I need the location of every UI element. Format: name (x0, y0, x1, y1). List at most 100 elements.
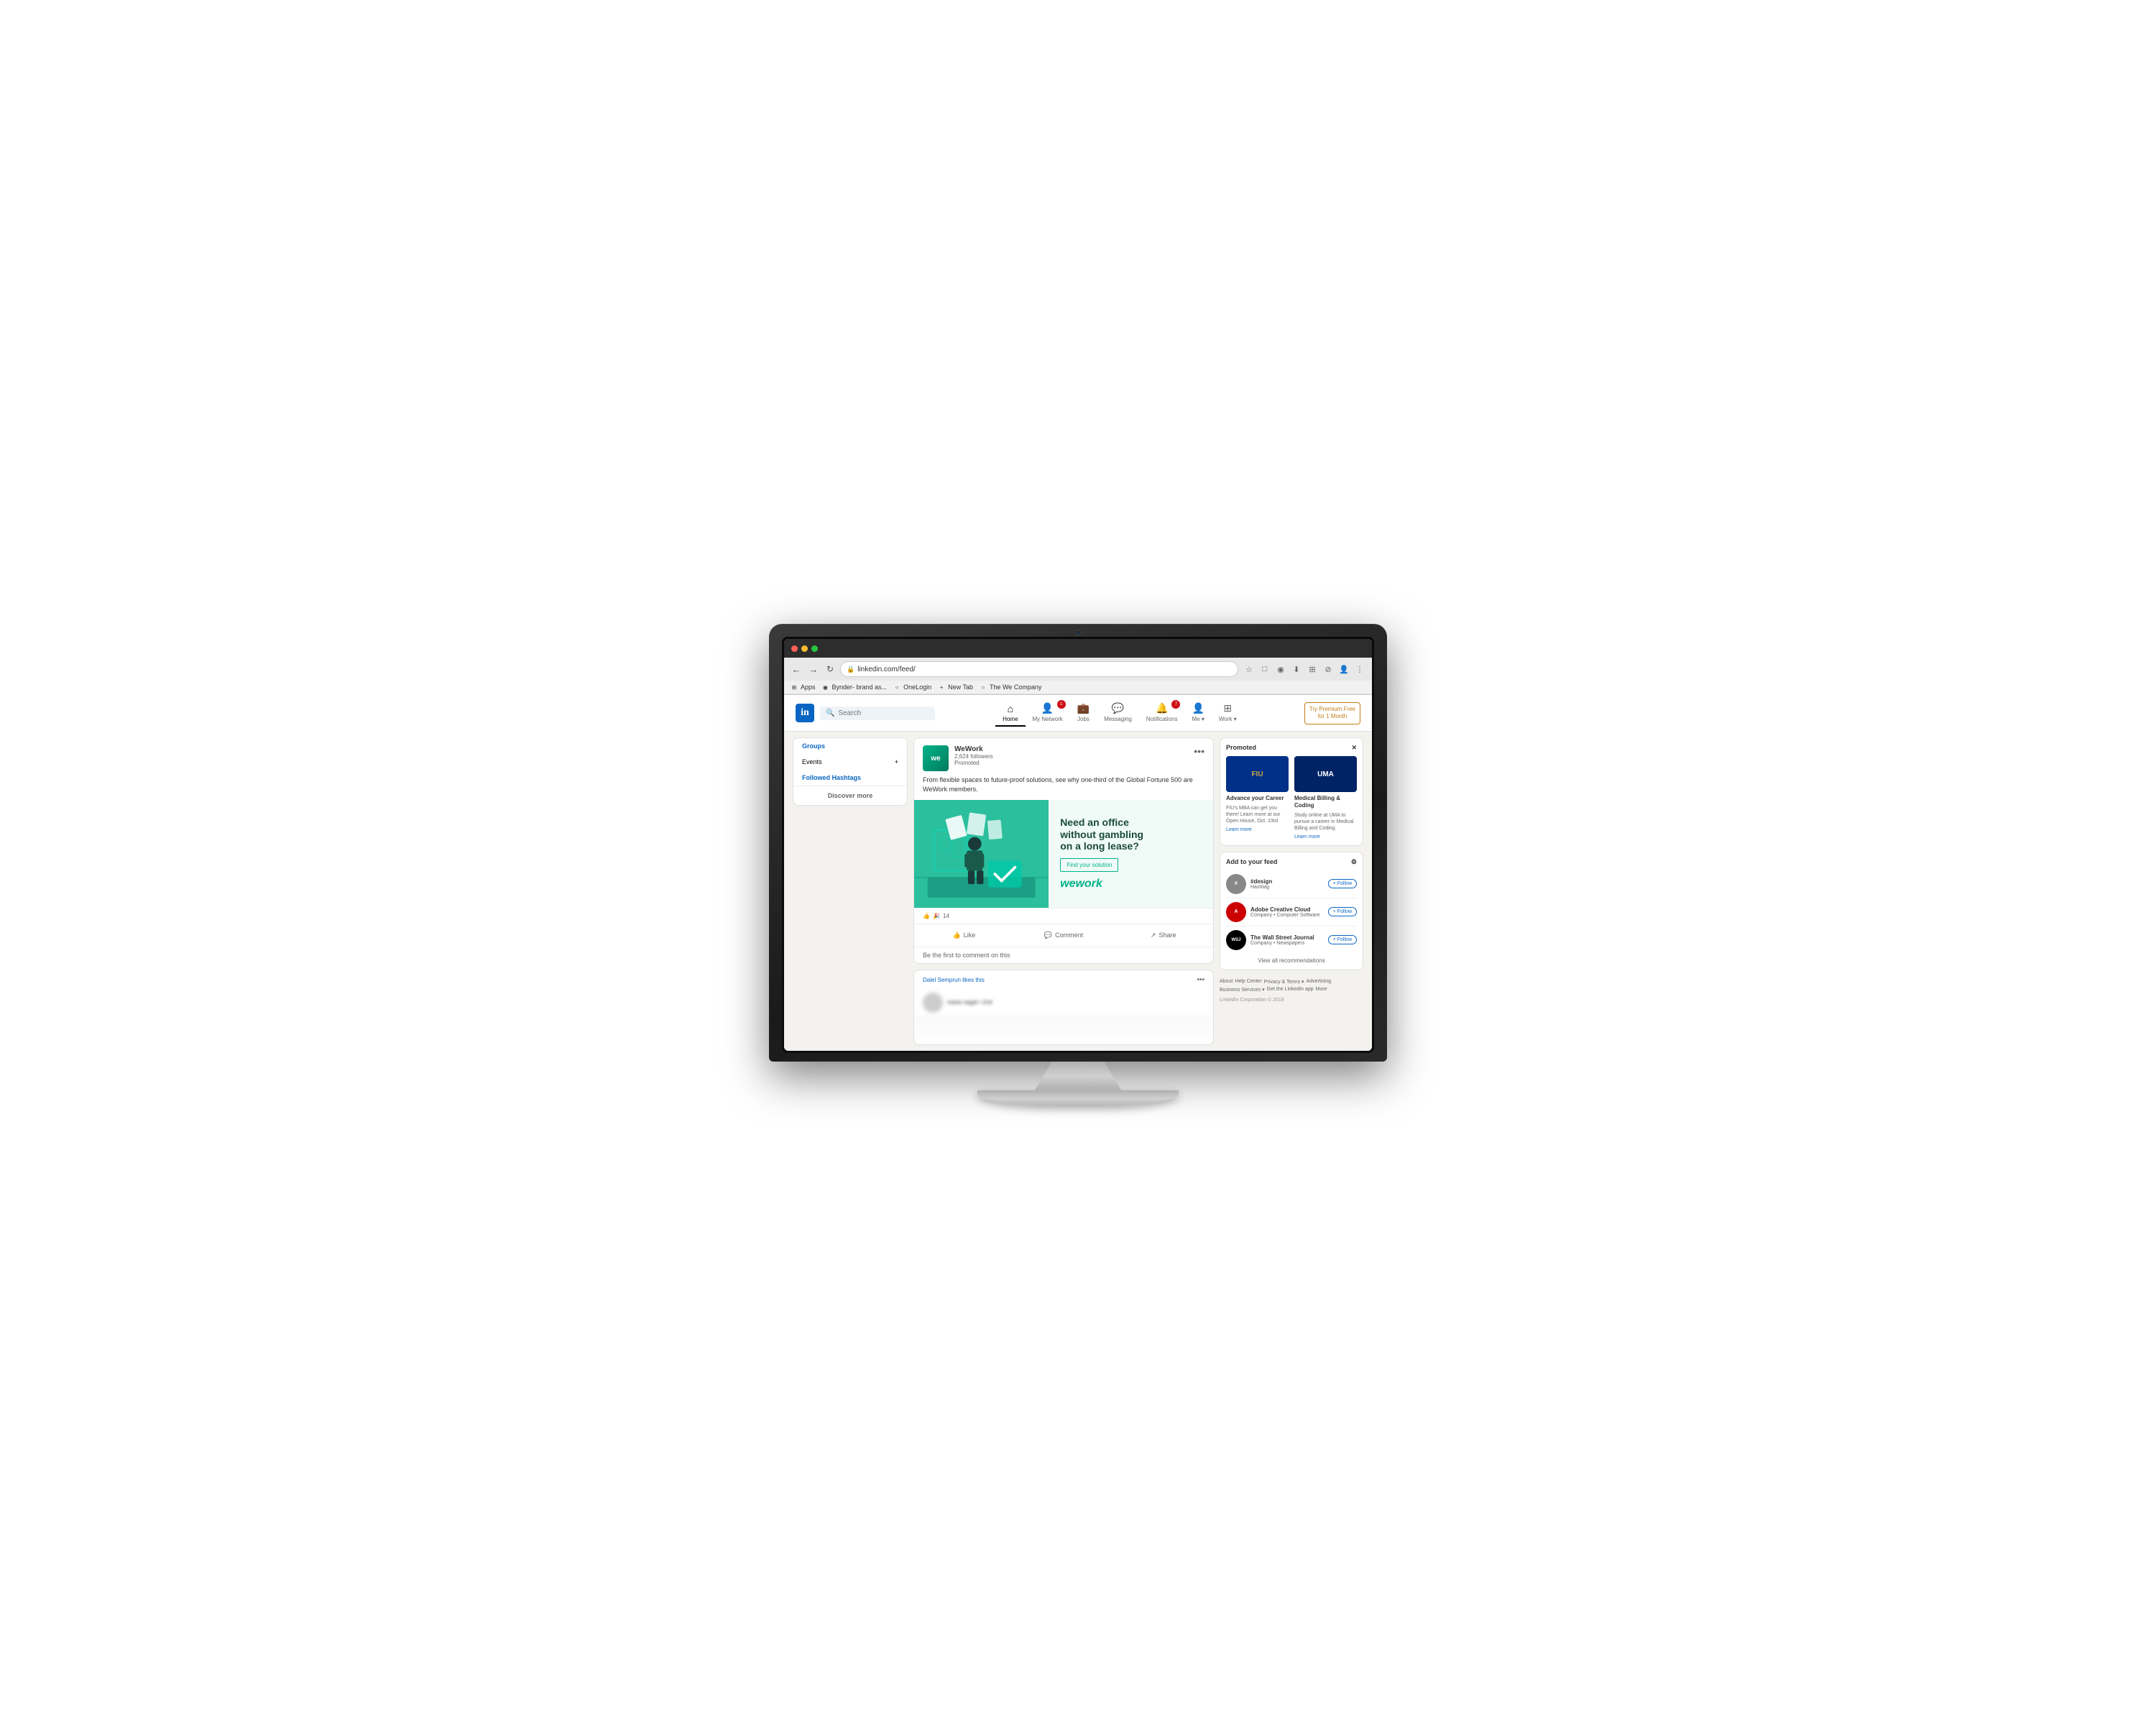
sidebar-item-groups[interactable]: Groups (793, 738, 907, 754)
fiu-ad-image[interactable]: FIU (1226, 756, 1289, 792)
next-post-user: Dalel Semprun likes this (923, 977, 985, 983)
discover-more-button[interactable]: Discover more (793, 786, 907, 805)
comment-prompt: Be the first to comment on this (914, 947, 1213, 963)
wework-brand-logo: wework (1060, 878, 1202, 891)
comment-button[interactable]: 💬 Comment (1014, 927, 1114, 944)
wecompany-icon: ○ (979, 683, 987, 691)
footer-business[interactable]: Business Services ▾ (1220, 987, 1265, 993)
footer-help[interactable]: Help Center (1235, 979, 1261, 985)
search-bar[interactable]: 🔍 (820, 707, 935, 720)
next-post-menu[interactable]: ••• (1197, 976, 1204, 984)
traffic-light-yellow[interactable] (801, 645, 808, 652)
extension-button-4[interactable]: ⊞ (1306, 663, 1319, 676)
nav-notifications[interactable]: 🔔 7 Notifications (1139, 699, 1185, 727)
back-button[interactable]: ← (790, 663, 803, 676)
profile-button[interactable]: 👤 (1337, 663, 1350, 676)
post-reactions: 👍 🎉 14 (914, 908, 1213, 924)
feed-section-label: Add to your feed (1226, 858, 1278, 866)
bookmark-newtab[interactable]: + New Tab (937, 683, 973, 691)
nav-me-label: Me ▾ (1192, 716, 1204, 722)
extension-button-3[interactable]: ⬇ (1290, 663, 1303, 676)
wsj-name: The Wall Street Journal (1250, 934, 1324, 941)
uma-ad: UMA Medical Billing & Coding Study onlin… (1294, 756, 1357, 839)
extension-button-1[interactable]: □ (1258, 663, 1271, 676)
monitor-stand-neck (1035, 1062, 1121, 1090)
footer-advertising[interactable]: Advertising (1307, 979, 1332, 985)
groups-label: Groups (802, 742, 825, 750)
footer-about[interactable]: About (1220, 979, 1233, 985)
left-sidebar-card: Groups Events + Followed Hashtags (793, 737, 908, 806)
nav-mynetwork[interactable]: 👤 1 My Network (1026, 699, 1070, 727)
fiu-ad-desc: FIU's MBA can get you there! Learn more … (1226, 805, 1289, 824)
next-post-card: Dalel Semprun likes this ••• maria nagal… (913, 970, 1214, 1045)
ad-text-area: Need an office without gambling on a lon… (1049, 800, 1213, 908)
feed-item-design: # #design Hashtag + Follow (1226, 870, 1357, 898)
blurred-user-avatar (923, 993, 943, 1013)
notifications-icon: 🔔 (1156, 702, 1168, 714)
bookmark-apps[interactable]: ⊞ Apps (790, 683, 816, 691)
post-menu-button[interactable]: ••• (1194, 745, 1204, 757)
design-follow-button[interactable]: + Follow (1328, 879, 1357, 888)
traffic-light-green[interactable] (811, 645, 818, 652)
post-company-name[interactable]: WeWork (954, 745, 1188, 753)
traffic-light-red[interactable] (791, 645, 798, 652)
bookmark-wecompany[interactable]: ○ The We Company (979, 683, 1041, 691)
footer-more[interactable]: More (1316, 987, 1327, 993)
bookmark-star-button[interactable]: ☆ (1243, 663, 1256, 676)
ad-headline-line1: Need an office (1060, 816, 1129, 828)
wsj-follow-button[interactable]: + Follow (1328, 935, 1357, 944)
uma-ad-image[interactable]: UMA (1294, 756, 1357, 792)
comment-label: Comment (1055, 931, 1083, 939)
view-all-recommendations-link[interactable]: View all recommendations (1226, 957, 1357, 964)
premium-cta-line2: for 1 Month (1318, 713, 1347, 719)
address-bar[interactable]: 🔒 linkedin.com/feed/ (840, 661, 1238, 677)
webcam-icon (1075, 630, 1081, 635)
extension-button-2[interactable]: ◉ (1274, 663, 1287, 676)
newtab-icon: + (937, 683, 946, 691)
block-button[interactable]: ⊘ (1322, 663, 1335, 676)
search-input[interactable] (838, 709, 929, 717)
bookmark-bynder[interactable]: ◉ Bynder- brand as... (821, 683, 888, 691)
promoted-close-icon[interactable]: ✕ (1351, 744, 1357, 752)
feed-settings-icon[interactable]: ⚙ (1351, 858, 1357, 866)
footer-privacy[interactable]: Privacy & Terms ▾ (1264, 979, 1304, 985)
footer-app[interactable]: Get the LinkedIn app (1267, 987, 1314, 993)
feed-item-wsj: WSJ The Wall Street Journal Company • Ne… (1226, 926, 1357, 954)
os-chrome-bar (784, 639, 1372, 658)
post-avatar: we (923, 745, 949, 771)
nav-home[interactable]: ⌂ Home (995, 700, 1025, 727)
share-button[interactable]: ↗ Share (1113, 927, 1213, 944)
forward-button[interactable]: → (807, 663, 820, 676)
adobe-avatar: A (1226, 902, 1246, 922)
fiu-learn-more-link[interactable]: Learn more (1226, 827, 1289, 832)
comment-icon: 💬 (1044, 931, 1052, 939)
wsj-info: The Wall Street Journal Company • Newspa… (1250, 934, 1324, 946)
menu-button[interactable]: ⋮ (1353, 663, 1366, 676)
url-text: linkedin.com/feed/ (857, 666, 916, 673)
browser-chrome: ← → ↻ 🔒 linkedin.com/feed/ ☆ □ ◉ ⬇ ⊞ (784, 658, 1372, 695)
bynder-icon: ◉ (821, 683, 830, 691)
premium-cta-button[interactable]: Try Premium Free for 1 Month (1304, 702, 1360, 724)
right-sidebar: Promoted ✕ FIU Advance your Career FIU's… (1220, 737, 1363, 1044)
work-icon: ⊞ (1223, 702, 1232, 714)
footer-copyright: LinkedIn Corporation © 2019 (1220, 998, 1363, 1003)
adobe-follow-button[interactable]: + Follow (1328, 907, 1357, 916)
find-solution-button[interactable]: Find your solution (1060, 858, 1118, 872)
add-to-feed-section: Add to your feed ⚙ # #design Hashtag (1220, 852, 1363, 970)
sidebar-item-events[interactable]: Events + (793, 754, 907, 770)
bookmark-onelogin[interactable]: ○ OneLogin (893, 683, 931, 691)
nav-work[interactable]: ⊞ Work ▾ (1212, 699, 1244, 727)
linkedin-logo[interactable]: in (796, 704, 814, 722)
nav-messaging[interactable]: 💬 Messaging (1097, 699, 1139, 727)
reaction-celebrate-icon: 🎉 (933, 913, 940, 919)
like-button[interactable]: 👍 Like (914, 927, 1014, 944)
premium-cta-line1: Try Premium Free (1309, 706, 1355, 712)
nav-jobs[interactable]: 💼 Jobs (1070, 699, 1097, 727)
sidebar-item-followed-hashtags[interactable]: Followed Hashtags (793, 770, 907, 786)
promoted-ads-container: FIU Advance your Career FIU's MBA can ge… (1226, 756, 1357, 839)
post-header: we WeWork 2,624 followers Promoted ••• (914, 738, 1213, 776)
feed-section-title: Add to your feed ⚙ (1226, 858, 1357, 866)
nav-me[interactable]: 👤 Me ▾ (1184, 699, 1211, 727)
uma-learn-more-link[interactable]: Learn more (1294, 834, 1357, 839)
refresh-button[interactable]: ↻ (824, 663, 836, 675)
